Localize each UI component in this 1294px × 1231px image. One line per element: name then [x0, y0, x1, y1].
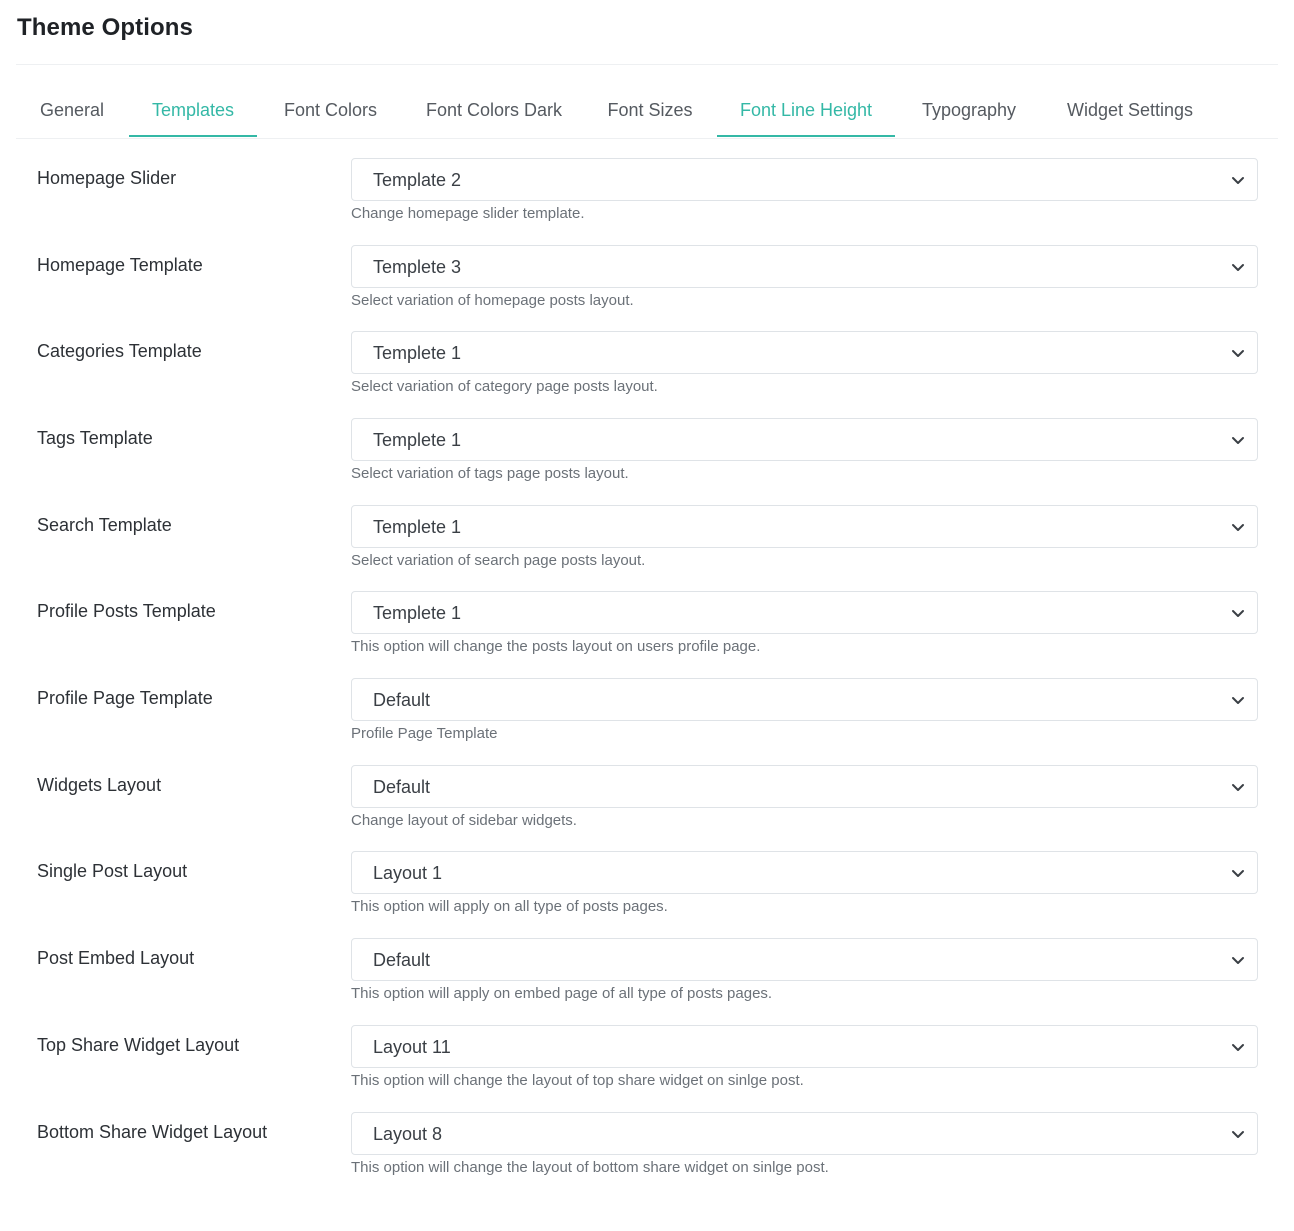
field-help-text: This option will change the posts layout…	[351, 638, 761, 655]
field-help-text: Select variation of tags page posts layo…	[351, 465, 629, 482]
bottom-share-widget-layout-select[interactable]: Layout 8	[351, 1112, 1258, 1155]
chevron-down-icon	[1232, 350, 1244, 357]
select-value: Layout 8	[373, 1124, 443, 1144]
homepage-template-select[interactable]: Templete 3	[351, 245, 1258, 288]
select-value: Default	[373, 950, 431, 970]
select-value: Default	[373, 690, 431, 710]
top-share-widget-layout-select[interactable]: Layout 11	[351, 1025, 1258, 1068]
chevron-down-icon	[1232, 1131, 1244, 1138]
widgets-layout-select[interactable]: Default	[351, 765, 1258, 808]
tab-font-colors-dark[interactable]: Font Colors Dark	[404, 83, 584, 137]
field-label: Categories Template	[37, 341, 202, 361]
setting-row-categories-template: Categories Template Templete 1 Select va…	[0, 331, 1294, 418]
field-help-text: Select variation of search page posts la…	[351, 552, 646, 569]
post-embed-layout-select[interactable]: Default	[351, 938, 1258, 981]
tab-general[interactable]: General	[16, 83, 128, 137]
tab-typography[interactable]: Typography	[898, 83, 1040, 137]
field-help-text: Change layout of sidebar widgets.	[351, 812, 577, 829]
title-divider	[16, 64, 1278, 65]
field-help-text: This option will apply on embed page of …	[351, 985, 773, 1002]
setting-row-single-post-layout: Single Post Layout Layout 1 This option …	[0, 851, 1294, 938]
tags-template-select[interactable]: Templete 1	[351, 418, 1258, 461]
setting-row-search-template: Search Template Templete 1 Select variat…	[0, 505, 1294, 592]
select-value: Templete 1	[373, 430, 462, 450]
field-label: Search Template	[37, 515, 172, 535]
setting-row-top-share-widget-layout: Top Share Widget Layout Layout 11 This o…	[0, 1025, 1294, 1112]
field-label: Profile Posts Template	[37, 601, 216, 621]
field-help-text: This option will change the layout of bo…	[351, 1159, 829, 1176]
select-value: Templete 1	[373, 343, 462, 363]
field-help-text: This option will apply on all type of po…	[351, 898, 668, 915]
setting-row-homepage-slider: Homepage Slider Template 2 Change homepa…	[0, 158, 1294, 245]
chevron-down-icon	[1232, 784, 1244, 791]
field-label: Tags Template	[37, 428, 153, 448]
setting-row-post-embed-layout: Post Embed Layout Default This option wi…	[0, 938, 1294, 1025]
field-help-text: Profile Page Template	[351, 725, 498, 742]
tab-font-line-height[interactable]: Font Line Height	[717, 83, 895, 137]
chevron-down-icon	[1232, 697, 1244, 704]
chevron-down-icon	[1232, 264, 1244, 271]
single-post-layout-select[interactable]: Layout 1	[351, 851, 1258, 894]
field-label: Post Embed Layout	[37, 948, 195, 968]
setting-row-bottom-share-widget-layout: Bottom Share Widget Layout Layout 8 This…	[0, 1112, 1294, 1199]
search-template-select[interactable]: Templete 1	[351, 505, 1258, 548]
tab-font-colors[interactable]: Font Colors	[259, 83, 402, 137]
setting-row-tags-template: Tags Template Templete 1 Select variatio…	[0, 418, 1294, 505]
select-value: Template 2	[373, 170, 462, 190]
chevron-down-icon	[1232, 957, 1244, 964]
select-value: Templete 1	[373, 517, 462, 537]
setting-row-profile-page-template: Profile Page Template Default Profile Pa…	[0, 678, 1294, 765]
field-help-text: Select variation of category page posts …	[351, 378, 658, 395]
setting-row-profile-posts-template: Profile Posts Template Templete 1 This o…	[0, 591, 1294, 678]
tab-font-sizes[interactable]: Font Sizes	[586, 83, 714, 137]
field-help-text: Select variation of homepage posts layou…	[351, 292, 634, 309]
field-label: Homepage Slider	[37, 168, 177, 188]
select-value: Default	[373, 777, 431, 797]
field-help-text: Change homepage slider template.	[351, 205, 585, 222]
field-label: Widgets Layout	[37, 775, 162, 795]
setting-row-homepage-template: Homepage Template Templete 3 Select vari…	[0, 245, 1294, 332]
profile-posts-template-select[interactable]: Templete 1	[351, 591, 1258, 634]
tab-templates[interactable]: Templates	[129, 83, 257, 137]
chevron-down-icon	[1232, 610, 1244, 617]
chevron-down-icon	[1232, 437, 1244, 444]
setting-row-widgets-layout: Widgets Layout Default Change layout of …	[0, 765, 1294, 852]
select-value: Layout 11	[373, 1037, 451, 1057]
field-label: Bottom Share Widget Layout	[37, 1122, 268, 1142]
select-value: Templete 3	[373, 257, 462, 277]
chevron-down-icon	[1232, 1044, 1244, 1051]
chevron-down-icon	[1232, 870, 1244, 877]
tab-bar: General Templates Font Colors Font Color…	[16, 83, 1278, 139]
field-label: Profile Page Template	[37, 688, 213, 708]
select-value: Templete 1	[373, 603, 462, 623]
chevron-down-icon	[1232, 177, 1244, 184]
categories-template-select[interactable]: Templete 1	[351, 331, 1258, 374]
profile-page-template-select[interactable]: Default	[351, 678, 1258, 721]
field-label: Homepage Template	[37, 255, 203, 275]
homepage-slider-select[interactable]: Template 2	[351, 158, 1258, 201]
field-help-text: This option will change the layout of to…	[351, 1072, 804, 1089]
tab-widget-settings[interactable]: Widget Settings	[1042, 83, 1218, 137]
field-label: Top Share Widget Layout	[37, 1035, 240, 1055]
select-value: Layout 1	[373, 863, 443, 883]
page-title: Theme Options	[17, 14, 193, 41]
field-label: Single Post Layout	[37, 861, 188, 881]
chevron-down-icon	[1232, 524, 1244, 531]
